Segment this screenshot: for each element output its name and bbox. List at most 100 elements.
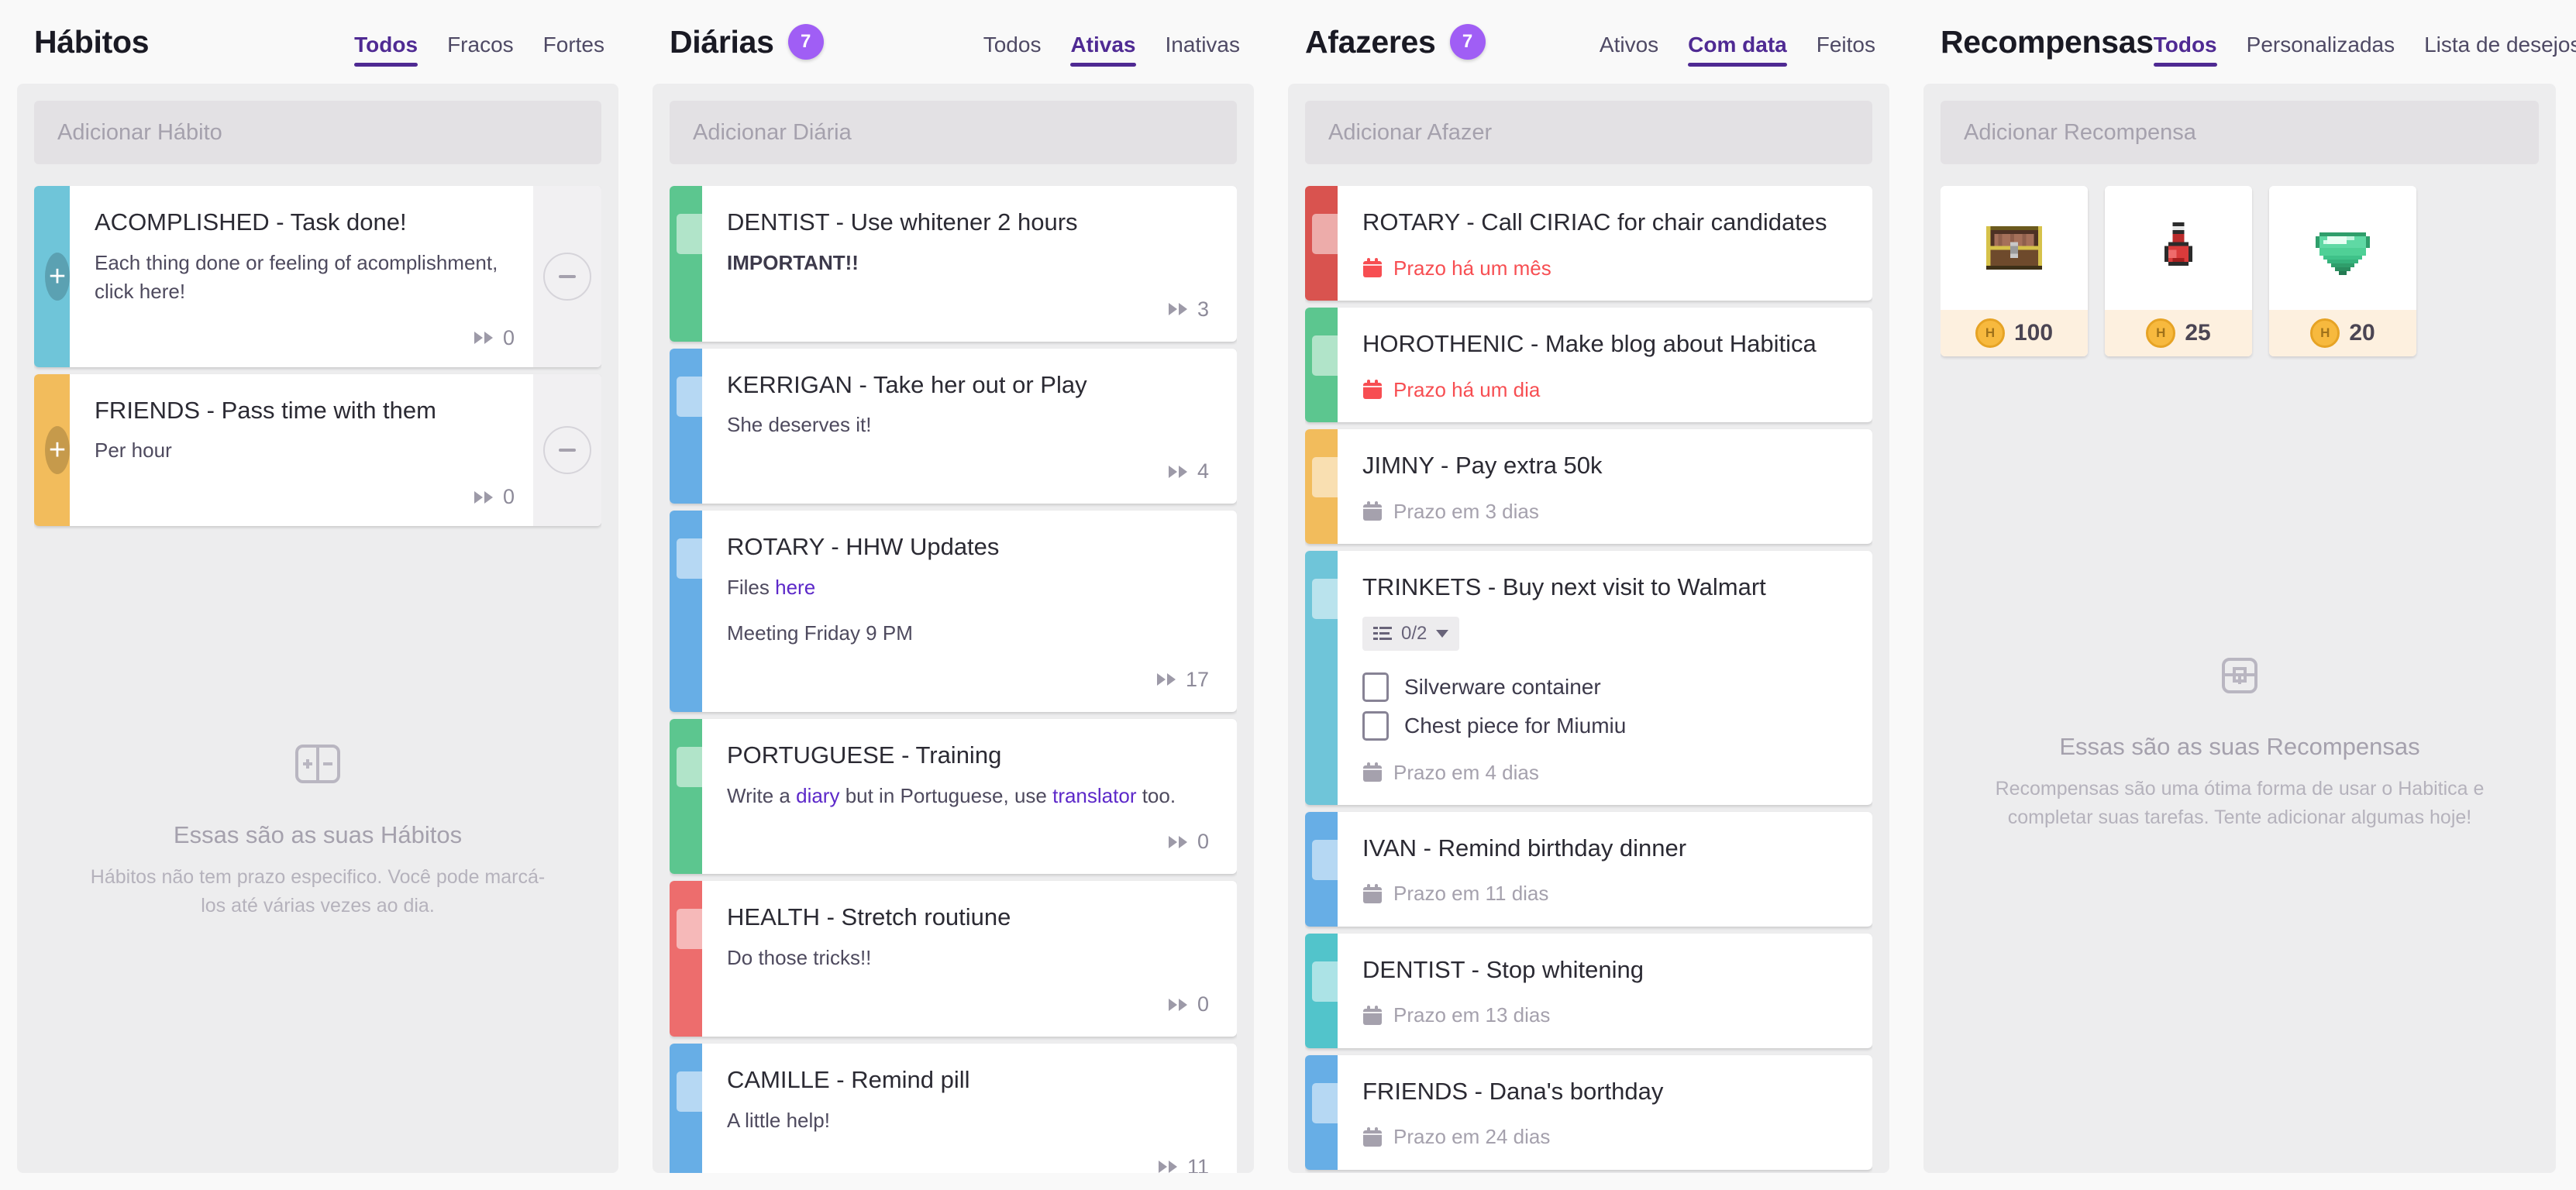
todo-check-square[interactable]: [1312, 961, 1346, 1002]
tab-habits-fracos[interactable]: Fracos: [447, 33, 514, 84]
todo-checkbox[interactable]: [1305, 811, 1346, 927]
todo-check-square[interactable]: [1312, 457, 1346, 497]
todo-checkbox[interactable]: [1305, 429, 1346, 544]
habit-card-body: FRIENDS - Pass time with them Per hour 0: [70, 374, 533, 527]
todo-checkbox[interactable]: [1305, 186, 1346, 301]
habit-minus-button[interactable]: [543, 425, 591, 474]
daily-notes-link[interactable]: here: [775, 576, 815, 599]
checklist-item-label: Silverware container: [1404, 674, 1601, 699]
calendar-icon: [1363, 501, 1382, 521]
dailys-header: Diárias 7 Todos Ativas Inativas: [635, 0, 1271, 84]
todo-card[interactable]: ROTARY - Call CIRIAC for chair candidate…: [1305, 186, 1872, 301]
reward-card[interactable]: H 25: [2105, 186, 2252, 356]
rewards-tabs: Todos Personalizadas Lista de desejos: [2153, 0, 2576, 84]
habits-card-list: + ACOMPLISHED - Task done! Each thing do…: [34, 186, 601, 1173]
tab-rewards-lista-desejos[interactable]: Lista de desejos: [2424, 33, 2576, 84]
tab-rewards-todos[interactable]: Todos: [2153, 33, 2217, 84]
todo-check-square[interactable]: [1312, 1082, 1346, 1123]
reward-card[interactable]: H 100: [1941, 186, 2088, 356]
daily-check-square[interactable]: [677, 1071, 711, 1113]
checklist-item-checkbox[interactable]: [1362, 710, 1389, 741]
habit-card[interactable]: + ACOMPLISHED - Task done! Each thing do…: [34, 186, 601, 367]
calendar-icon: [1363, 1005, 1382, 1025]
checklist-item-label: Chest piece for Miumiu: [1404, 713, 1627, 738]
habit-counter: 0: [95, 326, 515, 350]
daily-card[interactable]: DENTIST - Use whitener 2 hours IMPORTANT…: [670, 186, 1237, 342]
daily-checkbox[interactable]: [670, 718, 711, 875]
habit-plus-button[interactable]: +: [45, 252, 70, 301]
add-daily-input[interactable]: Adicionar Diária: [670, 101, 1237, 164]
tab-dailys-todos[interactable]: Todos: [983, 33, 1042, 84]
todo-card[interactable]: JIMNY - Pay extra 50k Prazo em 3 dias: [1305, 429, 1872, 544]
habit-minus-button[interactable]: [543, 252, 591, 301]
tab-dailys-inativas[interactable]: Inativas: [1166, 33, 1241, 84]
daily-card[interactable]: CAMILLE - Remind pill A little help! 11: [670, 1044, 1237, 1173]
reward-card[interactable]: H 20: [2269, 186, 2416, 356]
checklist-item[interactable]: Chest piece for Miumiu: [1362, 710, 1844, 741]
todo-card[interactable]: IVAN - Remind birthday dinner Prazo em 1…: [1305, 811, 1872, 927]
add-todo-input[interactable]: Adicionar Afazer: [1305, 101, 1872, 164]
todo-checkbox[interactable]: [1305, 308, 1346, 422]
tab-todos-ativos[interactable]: Ativos: [1600, 33, 1658, 84]
daily-streak: 4: [727, 459, 1209, 483]
todo-card[interactable]: FRIENDS - Dana's borthday Prazo em 24 di…: [1305, 1054, 1872, 1170]
tab-todos-feitos[interactable]: Feitos: [1817, 33, 1875, 84]
daily-check-square[interactable]: [677, 909, 711, 950]
checklist-item-checkbox[interactable]: [1362, 672, 1389, 702]
daily-card[interactable]: HEALTH - Stretch routiune Do those trick…: [670, 881, 1237, 1037]
checklist-toggle[interactable]: 0/2: [1362, 616, 1460, 651]
todo-checkbox[interactable]: [1305, 1054, 1346, 1170]
todo-title: TRINKETS - Buy next visit to Walmart: [1362, 573, 1766, 600]
daily-check-square[interactable]: [677, 538, 711, 580]
daily-check-square[interactable]: [677, 214, 711, 254]
checklist-item[interactable]: Silverware container: [1362, 672, 1844, 702]
habit-notes: Each thing done or feeling of acomplishm…: [95, 250, 498, 303]
habit-plus-button[interactable]: +: [45, 425, 70, 474]
tab-habits-todos[interactable]: Todos: [354, 33, 418, 84]
todo-card[interactable]: HOROTHENIC - Make blog about Habitica Pr…: [1305, 308, 1872, 422]
daily-streak: 17: [727, 668, 1209, 692]
todos-card-list: ROTARY - Call CIRIAC for chair candidate…: [1305, 186, 1872, 1173]
daily-checkbox[interactable]: [670, 881, 711, 1037]
daily-notes-link-diary[interactable]: diary: [796, 784, 839, 807]
daily-title: DENTIST - Use whitener 2 hours: [727, 208, 1078, 236]
tab-rewards-personalizadas[interactable]: Personalizadas: [2247, 33, 2395, 84]
todo-check-square[interactable]: [1312, 214, 1346, 254]
daily-check-square[interactable]: [677, 746, 711, 787]
page-title-rewards: Recompensas: [1941, 23, 2154, 60]
todo-card[interactable]: DENTIST - Stop whitening Prazo em 13 dia…: [1305, 933, 1872, 1048]
daily-card[interactable]: KERRIGAN - Take her out or Play She dese…: [670, 348, 1237, 504]
habit-card[interactable]: + FRIENDS - Pass time with them Per hour…: [34, 373, 601, 527]
todo-check-square[interactable]: [1312, 335, 1346, 376]
daily-notes-link-translator[interactable]: translator: [1052, 784, 1136, 807]
daily-checkbox[interactable]: [670, 511, 711, 712]
green-gem-icon: [2269, 186, 2416, 310]
calendar-icon: [1363, 762, 1382, 782]
add-reward-input[interactable]: Adicionar Recompensa: [1941, 101, 2539, 164]
daily-card[interactable]: ROTARY - HHW Updates Files here Meeting …: [670, 511, 1237, 712]
daily-notes: Do those tricks!!: [727, 946, 872, 970]
daily-checkbox[interactable]: [670, 1044, 711, 1173]
daily-checkbox[interactable]: [670, 186, 711, 342]
reward-price: H 25: [2105, 310, 2252, 356]
add-habit-input[interactable]: Adicionar Hábito: [34, 101, 601, 164]
habit-card-body: ACOMPLISHED - Task done! Each thing done…: [70, 186, 533, 367]
todo-due-text: Prazo em 4 dias: [1393, 760, 1539, 784]
todo-card[interactable]: TRINKETS - Buy next visit to Walmart 0/2…: [1305, 551, 1872, 805]
todo-card-body: IVAN - Remind birthday dinner Prazo em 1…: [1338, 812, 1872, 927]
fast-forward-icon: [1168, 835, 1187, 848]
daily-check-square[interactable]: [677, 376, 711, 417]
todo-checkbox[interactable]: [1305, 933, 1346, 1048]
daily-checkbox[interactable]: [670, 348, 711, 504]
daily-title: CAMILLE - Remind pill: [727, 1066, 970, 1094]
tab-habits-fortes[interactable]: Fortes: [543, 33, 604, 84]
gold-coin-icon: H: [2310, 318, 2340, 348]
dailys-body: Adicionar Diária DENTIST - Use whitener …: [653, 84, 1254, 1173]
daily-card[interactable]: PORTUGUESE - Training Write a diary but …: [670, 718, 1237, 875]
column-todos: Afazeres 7 Ativos Com data Feitos Adicio…: [1271, 0, 1906, 1190]
tab-dailys-ativas[interactable]: Ativas: [1070, 33, 1136, 84]
todo-check-square[interactable]: [1312, 579, 1346, 619]
todo-check-square[interactable]: [1312, 839, 1346, 880]
tab-todos-com-data[interactable]: Com data: [1688, 33, 1787, 84]
todo-checkbox[interactable]: [1305, 551, 1346, 805]
